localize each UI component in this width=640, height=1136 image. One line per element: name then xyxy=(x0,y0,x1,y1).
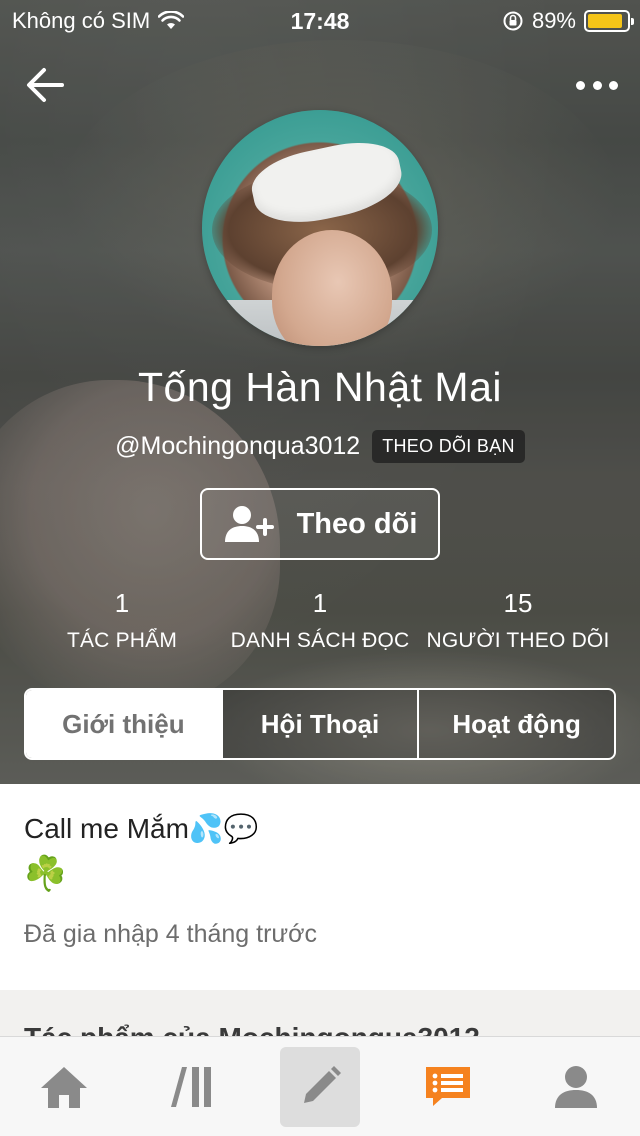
write-button-bg xyxy=(280,1046,360,1127)
profile-name: Tống Hàn Nhật Mai xyxy=(137,364,502,410)
handle-row: @Mochingonqua3012 THEO DÕI BẠN xyxy=(0,430,640,463)
pencil-icon xyxy=(304,1065,341,1103)
joined-date: Đã gia nhập 4 tháng trước xyxy=(24,920,318,948)
about-panel: Call me Mắm 💦💬 ☘️ Đã gia nhập 4 tháng tr… xyxy=(0,784,640,990)
battery-percent: 89% xyxy=(531,8,576,33)
clover-emoji: ☘️ xyxy=(24,855,67,893)
nav-library[interactable] xyxy=(128,1037,256,1136)
stat-label: NGƯỜI THEO DÕI xyxy=(426,629,610,652)
stat-reading-lists[interactable]: 1 DANH SÁCH ĐỌC xyxy=(220,588,420,653)
stat-value: 15 xyxy=(503,588,533,618)
follows-you-badge: THEO DÕI BẠN xyxy=(372,430,525,463)
profile-handle: @Mochingonqua3012 xyxy=(115,432,361,460)
message-list-icon xyxy=(426,1066,470,1106)
bio-text: Call me Mắm 💦💬 xyxy=(24,812,259,845)
stat-label: DANH SÁCH ĐỌC xyxy=(230,629,410,652)
profile-stats: 1 TÁC PHẨM 1 DANH SÁCH ĐỌC 15 NGƯỜI THEO… xyxy=(0,588,640,660)
more-horizontal-icon xyxy=(576,80,585,90)
stat-value: 1 xyxy=(312,588,328,618)
stat-label: TÁC PHẨM xyxy=(66,629,178,652)
bio-emoji: 💦💬 xyxy=(188,813,259,844)
follow-button-label: Theo dõi xyxy=(296,507,418,540)
bio-text-main: Call me Mắm xyxy=(24,812,189,844)
nav-write[interactable] xyxy=(256,1037,384,1136)
rotation-lock-icon xyxy=(503,11,523,31)
profile-tabs: Giới thiệu Hội Thoại Hoạt động xyxy=(24,688,616,760)
tab-conversations[interactable]: Hội Thoại xyxy=(220,690,418,758)
nav-messages[interactable] xyxy=(384,1037,512,1136)
tab-about[interactable]: Giới thiệu xyxy=(26,690,221,758)
nav-home[interactable] xyxy=(0,1037,128,1136)
tab-activity[interactable]: Hoạt động xyxy=(417,690,614,758)
more-dot xyxy=(609,80,618,90)
stat-followers[interactable]: 15 NGƯỜI THEO DÕI xyxy=(418,588,618,653)
follow-button[interactable]: Theo dõi xyxy=(200,488,440,560)
arrow-left-icon xyxy=(27,68,64,102)
more-options-button[interactable] xyxy=(576,70,618,100)
add-user-icon xyxy=(224,506,274,542)
bottom-tab-bar xyxy=(0,1036,640,1136)
status-bar: Không có SIM 17:48 89% xyxy=(0,0,640,40)
stat-value: 1 xyxy=(114,588,130,618)
home-icon xyxy=(41,1066,87,1108)
avatar[interactable] xyxy=(202,110,438,346)
library-icon xyxy=(171,1066,211,1107)
user-icon xyxy=(555,1065,597,1108)
nav-profile[interactable] xyxy=(512,1037,640,1136)
back-button[interactable] xyxy=(22,62,68,108)
more-dot xyxy=(592,80,602,90)
battery-icon xyxy=(584,10,634,32)
stat-works[interactable]: 1 TÁC PHẨM xyxy=(22,588,222,653)
